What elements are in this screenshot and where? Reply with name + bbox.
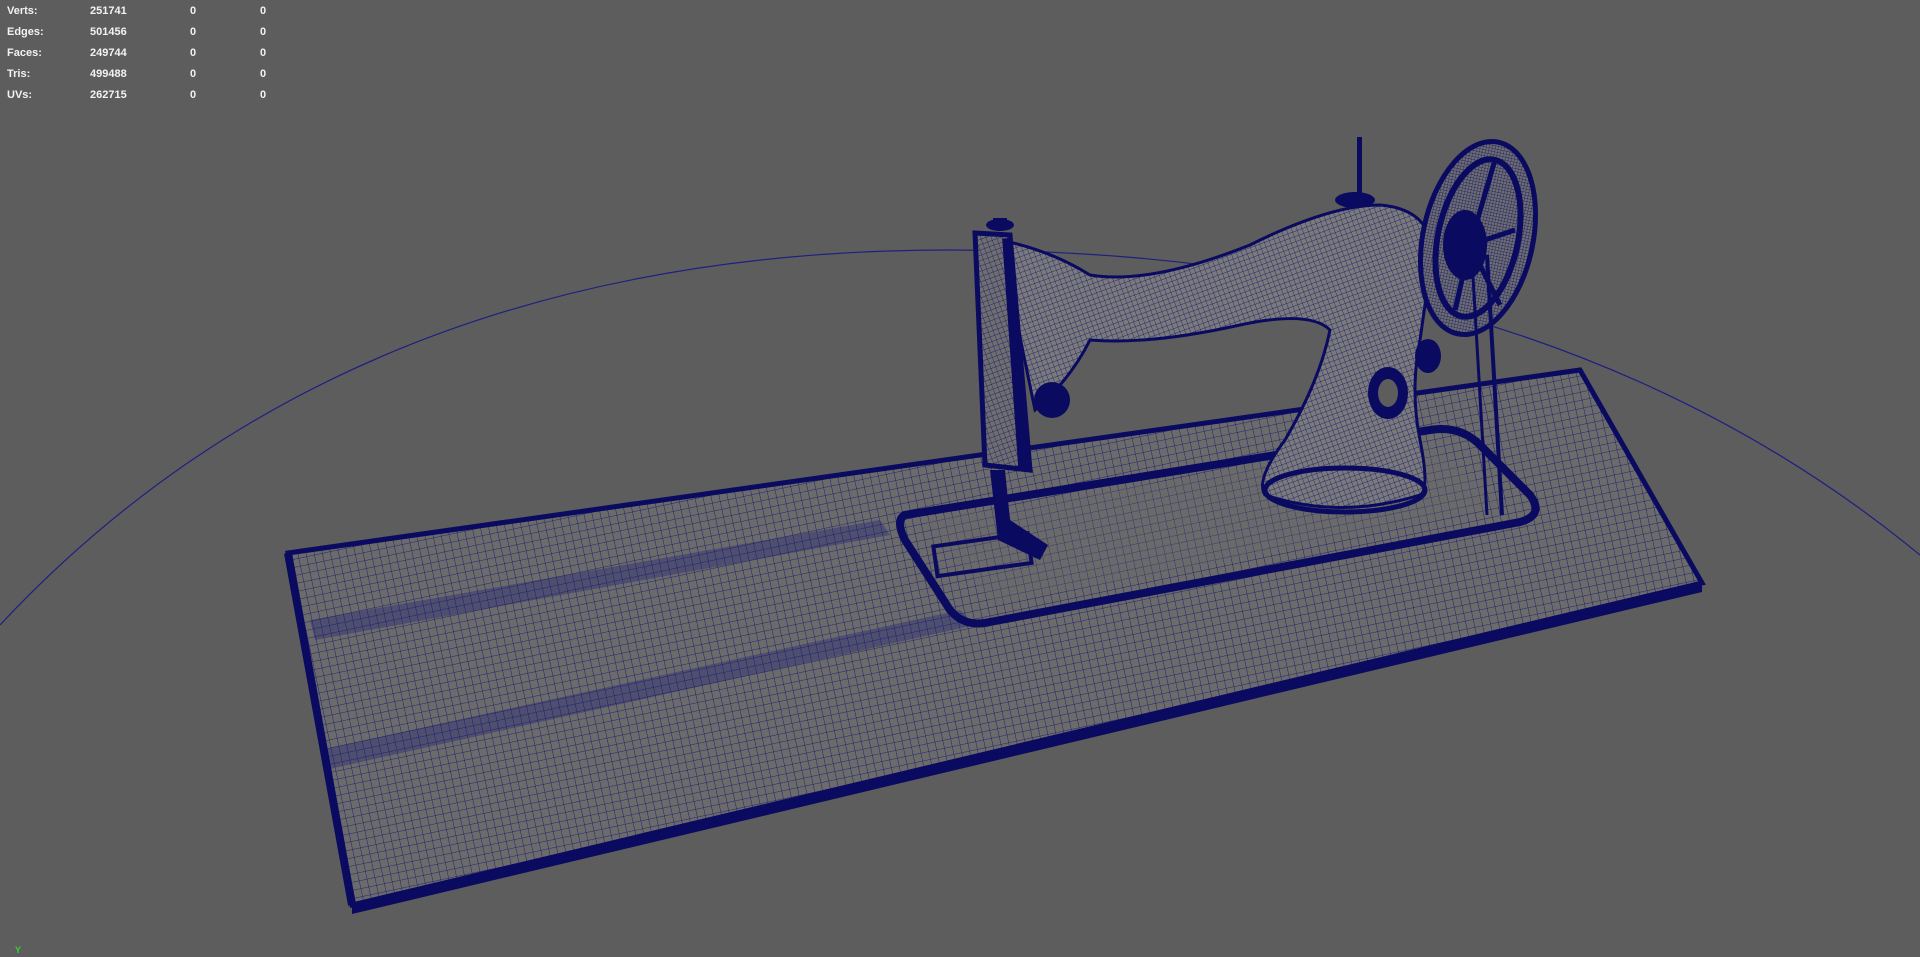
hud-stat-selected: 0 [190, 68, 197, 80]
poly-count-hud: Verts: 251741 0 0 Edges: 501456 0 0 Faces: 249744… [7, 1, 277, 106]
hud-stat-label: Edges: [7, 26, 44, 38]
hud-stat-total: 501456 [90, 26, 127, 38]
hud-stat-label: Tris: [7, 68, 31, 80]
hud-stat-object: 0 [260, 47, 267, 59]
3d-viewport[interactable]: Verts: 251741 0 0 Edges: 501456 0 0 Faces: 249744… [0, 0, 1920, 957]
hud-stat-selected: 0 [190, 89, 197, 101]
hud-stat-selected: 0 [190, 5, 197, 17]
hud-row: UVs: 262715 0 0 [7, 85, 277, 106]
hud-row: Tris: 499488 0 0 [7, 64, 277, 85]
hud-row: Edges: 501456 0 0 [7, 22, 277, 43]
hud-stat-object: 0 [260, 89, 267, 101]
hud-stat-label: UVs: [7, 89, 33, 101]
axis-y-label: Y [15, 945, 22, 955]
hud-stat-object: 0 [260, 68, 267, 80]
axis-gizmo: Y [15, 945, 21, 955]
hud-row: Faces: 249744 0 0 [7, 43, 277, 64]
hud-stat-label: Verts: [7, 5, 38, 17]
hud-stat-object: 0 [260, 5, 267, 17]
wireframe-scene [0, 137, 1920, 914]
hud-stat-object: 0 [260, 26, 267, 38]
hud-stat-total: 262715 [90, 89, 127, 101]
hud-stat-selected: 0 [190, 47, 197, 59]
hud-stat-selected: 0 [190, 26, 197, 38]
hud-stat-total: 249744 [90, 47, 127, 59]
hud-stat-label: Faces: [7, 47, 42, 59]
hud-row: Verts: 251741 0 0 [7, 1, 277, 22]
hud-stat-total: 499488 [90, 68, 127, 80]
hud-stat-total: 251741 [90, 5, 127, 17]
